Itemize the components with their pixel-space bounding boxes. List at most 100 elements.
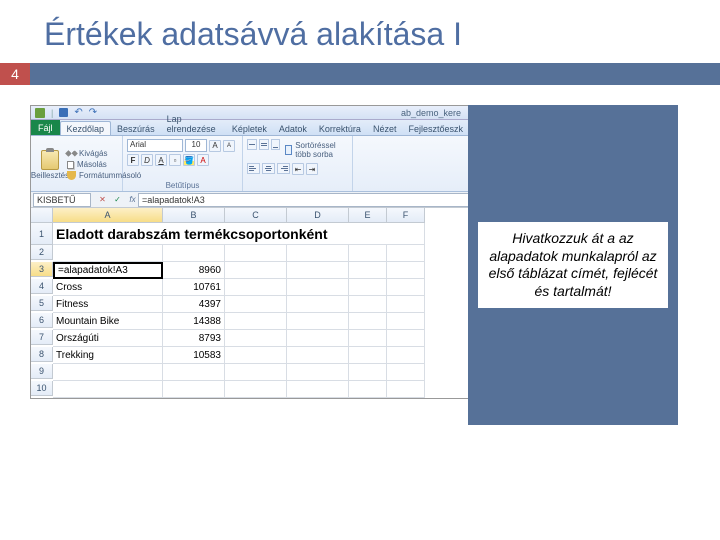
cell-e2[interactable] — [349, 245, 387, 262]
cell-b4[interactable]: 10761 — [163, 279, 225, 296]
cell-a7[interactable]: Országúti — [53, 330, 163, 347]
tab-review[interactable]: Korrektúra — [313, 122, 367, 135]
worksheet-grid[interactable]: A B C D E F 1 Eladott darabszám termékcs… — [31, 208, 469, 398]
cell-b5[interactable]: 4397 — [163, 296, 225, 313]
cell-b10[interactable] — [163, 381, 225, 398]
cell-c10[interactable] — [225, 381, 287, 398]
redo-icon[interactable]: ↷ — [89, 107, 97, 118]
tab-insert[interactable]: Beszúrás — [111, 122, 161, 135]
cell-a9[interactable] — [53, 364, 163, 381]
row-header-3[interactable]: 3 — [31, 262, 53, 277]
cell-e5[interactable] — [349, 296, 387, 313]
row-header-7[interactable]: 7 — [31, 330, 53, 345]
align-bottom-button[interactable] — [271, 139, 281, 150]
undo-icon[interactable]: ↶ — [74, 107, 82, 118]
col-header-b[interactable]: B — [163, 208, 225, 223]
row-header-5[interactable]: 5 — [31, 296, 53, 311]
cell-f3[interactable] — [387, 262, 425, 279]
fill-color-button[interactable]: 🪣 — [183, 154, 195, 166]
row-header-2[interactable]: 2 — [31, 245, 53, 260]
tab-layout[interactable]: Lap elrendezése — [161, 112, 226, 135]
cell-f2[interactable] — [387, 245, 425, 262]
align-middle-button[interactable] — [259, 139, 269, 150]
cell-a4[interactable]: Cross — [53, 279, 163, 296]
cell-f4[interactable] — [387, 279, 425, 296]
cell-a3[interactable]: =alapadatok!A3 — [53, 262, 163, 279]
row-header-4[interactable]: 4 — [31, 279, 53, 294]
cell-c9[interactable] — [225, 364, 287, 381]
tab-file[interactable]: Fájl — [31, 120, 60, 135]
formula-bar[interactable]: =alapadatok!A3 — [138, 193, 469, 207]
cell-b9[interactable] — [163, 364, 225, 381]
cell-a6[interactable]: Mountain Bike — [53, 313, 163, 330]
row-header-1[interactable]: 1 — [31, 223, 53, 245]
cell-d3[interactable] — [287, 262, 349, 279]
decrease-indent-button[interactable]: ⇤ — [292, 163, 304, 175]
font-name-select[interactable]: Arial — [127, 139, 183, 152]
tab-developer[interactable]: Fejlesztőeszk — [402, 122, 469, 135]
cell-a1[interactable]: Eladott darabszám termékcsoportonként — [53, 223, 425, 245]
col-header-a[interactable]: A — [53, 208, 163, 223]
cell-d2[interactable] — [287, 245, 349, 262]
row-header-8[interactable]: 8 — [31, 347, 53, 362]
cell-f6[interactable] — [387, 313, 425, 330]
cell-d5[interactable] — [287, 296, 349, 313]
font-size-select[interactable]: 10 — [185, 139, 207, 152]
cell-f5[interactable] — [387, 296, 425, 313]
cell-e7[interactable] — [349, 330, 387, 347]
align-top-button[interactable] — [247, 139, 257, 150]
save-icon[interactable] — [59, 108, 68, 117]
row-header-6[interactable]: 6 — [31, 313, 53, 328]
cell-a2[interactable] — [53, 245, 163, 262]
col-header-f[interactable]: F — [387, 208, 425, 223]
decrease-font-button[interactable]: A — [223, 140, 235, 152]
cell-f9[interactable] — [387, 364, 425, 381]
cell-b8[interactable]: 10583 — [163, 347, 225, 364]
underline-button[interactable]: A — [155, 154, 167, 166]
tab-home[interactable]: Kezdőlap — [60, 121, 112, 135]
cell-b3[interactable]: 8960 — [163, 262, 225, 279]
col-header-d[interactable]: D — [287, 208, 349, 223]
cell-e4[interactable] — [349, 279, 387, 296]
cell-c2[interactable] — [225, 245, 287, 262]
cell-d9[interactable] — [287, 364, 349, 381]
cell-b6[interactable]: 14388 — [163, 313, 225, 330]
cell-f7[interactable] — [387, 330, 425, 347]
cell-f8[interactable] — [387, 347, 425, 364]
paste-button[interactable]: Beillesztés — [35, 138, 65, 191]
cell-a5[interactable]: Fitness — [53, 296, 163, 313]
cell-f10[interactable] — [387, 381, 425, 398]
cell-d4[interactable] — [287, 279, 349, 296]
bold-button[interactable]: F — [127, 154, 139, 166]
cell-e9[interactable] — [349, 364, 387, 381]
italic-button[interactable]: D — [141, 154, 153, 166]
cell-c3[interactable] — [225, 262, 287, 279]
tab-formulas[interactable]: Képletek — [226, 122, 273, 135]
cell-c5[interactable] — [225, 296, 287, 313]
confirm-formula-button[interactable]: ✓ — [112, 194, 123, 205]
align-center-button[interactable] — [262, 163, 275, 174]
cell-b7[interactable]: 8793 — [163, 330, 225, 347]
select-all-corner[interactable] — [31, 208, 53, 223]
cell-e3[interactable] — [349, 262, 387, 279]
row-header-9[interactable]: 9 — [31, 364, 53, 379]
align-right-button[interactable] — [277, 163, 290, 174]
cancel-formula-button[interactable]: ✕ — [97, 194, 108, 205]
cell-e10[interactable] — [349, 381, 387, 398]
cell-d10[interactable] — [287, 381, 349, 398]
border-button[interactable]: ▫ — [169, 154, 181, 166]
wrap-text-button[interactable]: Sortöréssel több sorba — [282, 139, 348, 161]
fx-icon[interactable]: fx — [127, 194, 138, 205]
cell-b2[interactable] — [163, 245, 225, 262]
cell-d6[interactable] — [287, 313, 349, 330]
cell-e6[interactable] — [349, 313, 387, 330]
tab-view[interactable]: Nézet — [367, 122, 403, 135]
row-header-10[interactable]: 10 — [31, 381, 53, 396]
cell-d8[interactable] — [287, 347, 349, 364]
cell-e8[interactable] — [349, 347, 387, 364]
cell-a8[interactable]: Trekking — [53, 347, 163, 364]
cell-c4[interactable] — [225, 279, 287, 296]
col-header-e[interactable]: E — [349, 208, 387, 223]
increase-font-button[interactable]: A — [209, 140, 221, 152]
font-color-button[interactable]: A — [197, 154, 209, 166]
